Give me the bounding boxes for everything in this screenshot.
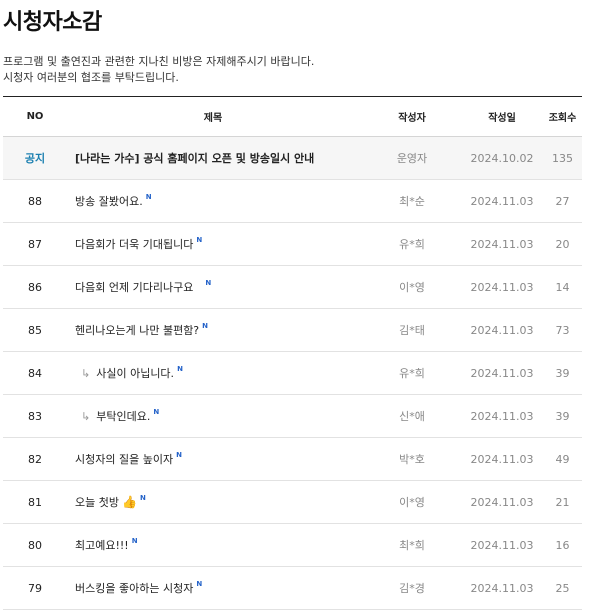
row-views: 21 [555, 495, 570, 509]
row-title-link[interactable]: 오늘 첫방 [75, 494, 119, 510]
row-author: 김*경 [399, 582, 425, 595]
row-title-link[interactable]: 사실이 아닙니다. [96, 365, 174, 381]
header-no: NO [26, 111, 44, 122]
table-row[interactable]: 86 다음회 언제 기다리나구요 N 이*영 2024.11.03 14 [3, 266, 582, 309]
page-title: 시청자소감 [3, 10, 102, 35]
row-no: 86 [28, 280, 42, 294]
row-author: 이*영 [399, 281, 425, 294]
notice-author: 운영자 [396, 152, 428, 165]
row-no: 87 [28, 237, 42, 251]
thumbs-up-icon: 👍 [121, 495, 137, 509]
row-author: 유*희 [399, 367, 425, 380]
notice-title-link[interactable]: [나라는 가수] 공식 홈페이지 오픈 및 방송일시 안내 [75, 150, 314, 166]
row-no: 83 [28, 409, 42, 423]
row-no: 80 [28, 538, 42, 552]
row-title-link[interactable]: 방송 잘봤어요. [75, 193, 143, 209]
table-row[interactable]: 87 다음회가 더욱 기대됩니다 N 유*희 2024.11.03 20 [3, 223, 582, 266]
row-author: 유*희 [399, 238, 425, 251]
row-author: 박*호 [399, 453, 425, 466]
table-row[interactable]: 81 오늘 첫방 👍 N 이*영 2024.11.03 21 [3, 481, 582, 524]
new-badge-icon: N [205, 279, 212, 287]
row-author: 신*애 [399, 410, 425, 423]
board-table: NO 제목 작성자 작성일 조회수 공지 [나라는 가수] 공식 홈페이지 오픈… [3, 96, 582, 610]
row-views: 39 [555, 366, 570, 380]
row-title-link[interactable]: 다음회가 더욱 기대됩니다 [75, 236, 193, 252]
notice-row[interactable]: 공지 [나라는 가수] 공식 홈페이지 오픈 및 방송일시 안내 운영자 202… [3, 137, 582, 180]
reply-arrow-icon: ↳ [81, 366, 91, 380]
row-date: 2024.11.03 [470, 323, 534, 337]
row-author: 최*순 [399, 195, 425, 208]
reply-arrow-icon: ↳ [81, 409, 91, 423]
row-no: 82 [28, 452, 42, 466]
header-date: 작성일 [488, 113, 516, 124]
row-title-link[interactable]: 최고예요!!! [75, 537, 129, 553]
row-title-link[interactable]: 시청자의 질을 높이자 [75, 451, 173, 467]
row-views: 16 [555, 538, 570, 552]
row-no: 88 [28, 194, 42, 208]
row-no: 81 [28, 495, 42, 509]
row-no: 79 [28, 581, 42, 595]
row-views: 14 [555, 280, 570, 294]
new-badge-icon: N [177, 365, 183, 373]
page-description-line1: 프로그램 및 출연진과 관련한 지나친 비방은 자제해주시기 바랍니다. [3, 55, 315, 68]
row-date: 2024.11.03 [470, 409, 534, 423]
notice-date: 2024.10.02 [470, 151, 534, 165]
table-header: NO 제목 작성자 작성일 조회수 [3, 97, 582, 137]
row-no: 85 [28, 323, 42, 337]
new-badge-icon: N [202, 322, 209, 330]
page-description-line2: 시청자 여러분의 협조를 부탁드립니다. [3, 71, 179, 84]
row-views: 39 [555, 409, 570, 423]
table-row[interactable]: 80 최고예요!!! N 최*희 2024.11.03 16 [3, 524, 582, 567]
notice-views: 135 [552, 151, 573, 165]
table-row[interactable]: 82 시청자의 질을 높이자 N 박*호 2024.11.03 49 [3, 438, 582, 481]
header-author: 작성자 [398, 113, 426, 124]
row-date: 2024.11.03 [470, 538, 534, 552]
table-row[interactable]: 85 헨리나오는게 나만 불편함? N 김*태 2024.11.03 73 [3, 309, 582, 352]
row-date: 2024.11.03 [470, 366, 534, 380]
table-row[interactable]: 83 ↳ 부탁인데요. N 신*애 2024.11.03 39 [3, 395, 582, 438]
row-date: 2024.11.03 [470, 452, 534, 466]
table-row[interactable]: 88 방송 잘봤어요. N 최*순 2024.11.03 27 [3, 180, 582, 223]
row-views: 73 [555, 323, 570, 337]
row-title-link[interactable]: 버스킹을 좋아하는 시청자 [75, 580, 193, 596]
row-views: 49 [555, 452, 570, 466]
row-author: 최*희 [399, 539, 425, 552]
new-badge-icon: N [145, 193, 152, 201]
row-date: 2024.11.03 [470, 581, 534, 595]
table-row[interactable]: 84 ↳ 사실이 아닙니다. N 유*희 2024.11.03 39 [3, 352, 582, 395]
header-title: 제목 [203, 113, 223, 124]
row-no: 84 [28, 366, 42, 380]
row-views: 27 [555, 194, 570, 208]
row-title-link[interactable]: 헨리나오는게 나만 불편함? [75, 322, 199, 338]
row-title-link[interactable]: 부탁인데요. [96, 408, 150, 424]
header-views: 조회수 [548, 113, 577, 124]
new-badge-icon: N [196, 236, 203, 244]
row-date: 2024.11.03 [470, 237, 534, 251]
new-badge-icon: N [139, 494, 146, 502]
row-views: 25 [555, 581, 570, 595]
new-badge-icon: N [176, 451, 182, 459]
new-badge-icon: N [153, 408, 160, 416]
row-author: 김*태 [399, 324, 425, 337]
new-badge-icon: N [196, 580, 203, 588]
row-date: 2024.11.03 [470, 495, 534, 509]
row-date: 2024.11.03 [470, 280, 534, 294]
new-badge-icon: N [131, 537, 138, 545]
row-author: 이*영 [399, 496, 425, 509]
row-title-link[interactable]: 다음회 언제 기다리나구요 [75, 279, 193, 295]
row-date: 2024.11.03 [470, 194, 534, 208]
notice-badge: 공지 [24, 152, 46, 165]
row-views: 20 [555, 237, 570, 251]
